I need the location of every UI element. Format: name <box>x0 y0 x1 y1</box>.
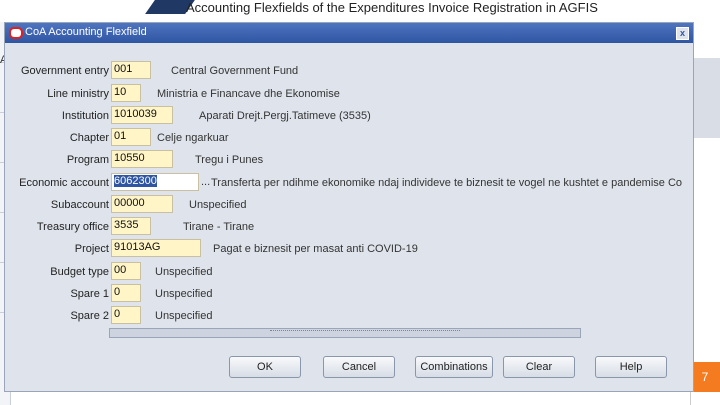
close-icon[interactable]: x <box>676 27 689 40</box>
field-input-government-entry[interactable]: 001 <box>111 61 151 79</box>
field-input-spare-1[interactable]: 0 <box>111 284 141 302</box>
field-label-subaccount: Subaccount <box>50 199 109 211</box>
field-label-budget-type: Budget type <box>50 266 109 278</box>
field-label-spare-1: Spare 1 <box>70 288 109 300</box>
combinations-button[interactable]: Combinations <box>415 356 493 378</box>
ok-button[interactable]: OK <box>229 356 301 378</box>
field-desc-treasury-office: Tirane - Tirane <box>183 221 255 233</box>
field-desc-spare-2: Unspecified <box>155 310 213 322</box>
dialog-title: CoA Accounting Flexfield <box>25 26 147 38</box>
economic-account-value: 6062300 <box>114 175 157 187</box>
field-label-program: Program <box>66 154 109 166</box>
field-input-chapter[interactable]: 01 <box>111 128 151 146</box>
field-input-subaccount[interactable]: 00000 <box>111 195 173 213</box>
field-input-program[interactable]: 10550 <box>111 150 173 168</box>
field-input-line-ministry[interactable]: 10 <box>111 84 141 102</box>
field-input-spare-2[interactable]: 0 <box>111 306 141 324</box>
cancel-button[interactable]: Cancel <box>323 356 395 378</box>
field-label-chapter: Chapter <box>69 132 109 144</box>
page-number: 7 <box>690 362 720 392</box>
field-input-institution[interactable]: 1010039 <box>111 106 173 124</box>
field-desc-institution: Aparati Drejt.Pergj.Tatimeve (3535) <box>199 110 371 122</box>
field-input-budget-type[interactable]: 00 <box>111 262 141 280</box>
field-input-project[interactable]: 91013AG <box>111 239 201 257</box>
field-label-project: Project <box>74 243 109 255</box>
field-desc-subaccount: Unspecified <box>189 199 247 211</box>
dialog-titlebar: CoA Accounting Flexfield x <box>5 23 693 43</box>
field-desc-spare-1: Unspecified <box>155 288 213 300</box>
field-desc-economic-account: Transferta per ndihme ekonomike ndaj ind… <box>211 177 683 189</box>
field-desc-government-entry: Central Government Fund <box>171 65 299 77</box>
flexfield-dialog: CoA Accounting Flexfield x Government en… <box>4 22 694 392</box>
horizontal-scrollbar[interactable] <box>109 328 581 338</box>
scrollbar-thumb[interactable] <box>270 330 460 337</box>
field-label-government-entry: Government entry <box>20 65 109 77</box>
field-label-institution: Institution <box>61 110 109 122</box>
field-desc-project: Pagat e biznesit per masat anti COVID-19 <box>213 243 418 255</box>
slide-title: Accounting Flexfields of the Expenditure… <box>186 0 598 15</box>
field-desc-budget-type: Unspecified <box>155 266 213 278</box>
field-input-treasury-office[interactable]: 3535 <box>111 217 151 235</box>
lov-button[interactable]: ... <box>201 176 210 188</box>
field-input-economic-account[interactable]: 6062300 <box>111 173 199 191</box>
field-label-spare-2: Spare 2 <box>70 310 109 322</box>
field-desc-program: Tregu i Punes <box>195 154 264 166</box>
help-button[interactable]: Help <box>595 356 667 378</box>
field-label-line-ministry: Line ministry <box>47 88 109 100</box>
field-label-treasury-office: Treasury office <box>36 221 109 233</box>
field-desc-line-ministry: Ministria e Financave dhe Ekonomise <box>157 88 340 100</box>
clear-button[interactable]: Clear <box>503 356 575 378</box>
field-desc-chapter: Celje ngarkuar <box>157 132 229 144</box>
field-label-economic-account: Economic account <box>19 177 109 189</box>
oracle-icon <box>9 27 23 39</box>
